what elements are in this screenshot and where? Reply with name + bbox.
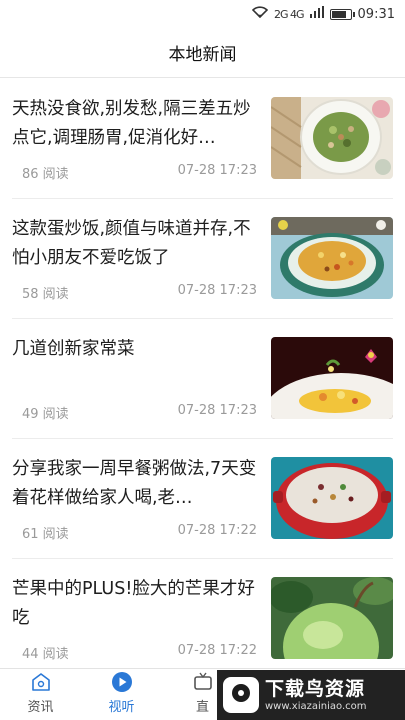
news-meta: 58 阅读 07-28 17:23 — [22, 283, 257, 302]
signal-icon — [309, 6, 324, 22]
stir-fry-greens-thumbnail[interactable] — [271, 97, 393, 179]
bird-logo-icon — [223, 677, 259, 713]
clock: 09:31 — [357, 6, 395, 22]
read-count: 61 阅读 — [22, 527, 69, 542]
watermark-brand: 下载鸟资源 — [265, 677, 366, 700]
news-item[interactable]: 分享我家一周早餐粥做法,7天变着花样做给家人喝,老… 61 阅读 07-28 1… — [12, 439, 393, 559]
publish-time: 07-28 17:23 — [177, 163, 257, 178]
read-count: 44 阅读 — [22, 647, 69, 662]
publish-time: 07-28 17:23 — [177, 283, 257, 298]
publish-time: 07-28 17:22 — [177, 643, 257, 658]
egg-fried-rice-thumbnail[interactable] — [271, 217, 393, 299]
tab-audio-video[interactable]: 视听 — [81, 669, 162, 720]
congee-pot-thumbnail[interactable] — [271, 457, 393, 539]
news-item[interactable]: 芒果中的PLUS!脸大的芒果才好吃 44 阅读 07-28 17:22 — [12, 559, 393, 669]
news-title: 天热没食欲,别发愁,隔三差五炒点它,调理肠胃,促消化好… — [12, 99, 251, 148]
publish-time: 07-28 17:22 — [177, 523, 257, 538]
news-item[interactable]: 天热没食欲,别发愁,隔三差五炒点它,调理肠胃,促消化好… 86 阅读 07-28… — [12, 79, 393, 199]
news-meta: 61 阅读 07-28 17:22 — [22, 523, 257, 542]
read-count: 58 阅读 — [22, 287, 69, 302]
news-meta: 44 阅读 07-28 17:22 — [22, 643, 257, 662]
news-title: 芒果中的PLUS!脸大的芒果才好吃 — [12, 579, 255, 628]
home-icon — [30, 671, 52, 693]
play-icon — [111, 671, 133, 693]
page-title: 本地新闻 — [168, 45, 237, 65]
mango-thumbnail[interactable] — [271, 577, 393, 659]
signal-label: 2G 4G — [273, 7, 305, 21]
news-item[interactable]: 几道创新家常菜 49 阅读 07-28 17:23 — [12, 319, 393, 439]
news-title: 这款蛋炒饭,颜值与味道并存,不怕小朋友不爱吃饭了 — [12, 219, 251, 268]
publish-time: 07-28 17:23 — [177, 403, 257, 418]
read-count: 49 阅读 — [22, 407, 69, 422]
status-bar: 2G 4G 09:31 — [0, 0, 405, 28]
tab-label: 视听 — [108, 700, 135, 715]
news-title: 分享我家一周早餐粥做法,7天变着花样做给家人喝,老… — [12, 459, 257, 508]
plated-dish-thumbnail[interactable] — [271, 337, 393, 419]
tab-label: 资讯 — [27, 700, 54, 715]
news-meta: 86 阅读 07-28 17:23 — [22, 163, 257, 182]
read-count: 86 阅读 — [22, 167, 69, 182]
news-title: 几道创新家常菜 — [12, 339, 135, 359]
news-meta: 49 阅读 07-28 17:23 — [22, 403, 257, 422]
tab-label: 直 — [195, 700, 209, 715]
header: 本地新闻 — [0, 28, 405, 78]
news-list: 天热没食欲,别发愁,隔三差五炒点它,调理肠胃,促消化好… 86 阅读 07-28… — [0, 79, 405, 669]
tv-icon — [192, 671, 214, 693]
watermark-url: www.xiazainiao.com — [265, 700, 367, 712]
battery-icon — [329, 8, 355, 20]
wifi-icon — [251, 6, 269, 22]
news-item[interactable]: 这款蛋炒饭,颜值与味道并存,不怕小朋友不爱吃饭了 58 阅读 07-28 17:… — [12, 199, 393, 319]
tab-news[interactable]: 资讯 — [0, 669, 81, 720]
watermark: 下载鸟资源 www.xiazainiao.com — [217, 670, 405, 720]
